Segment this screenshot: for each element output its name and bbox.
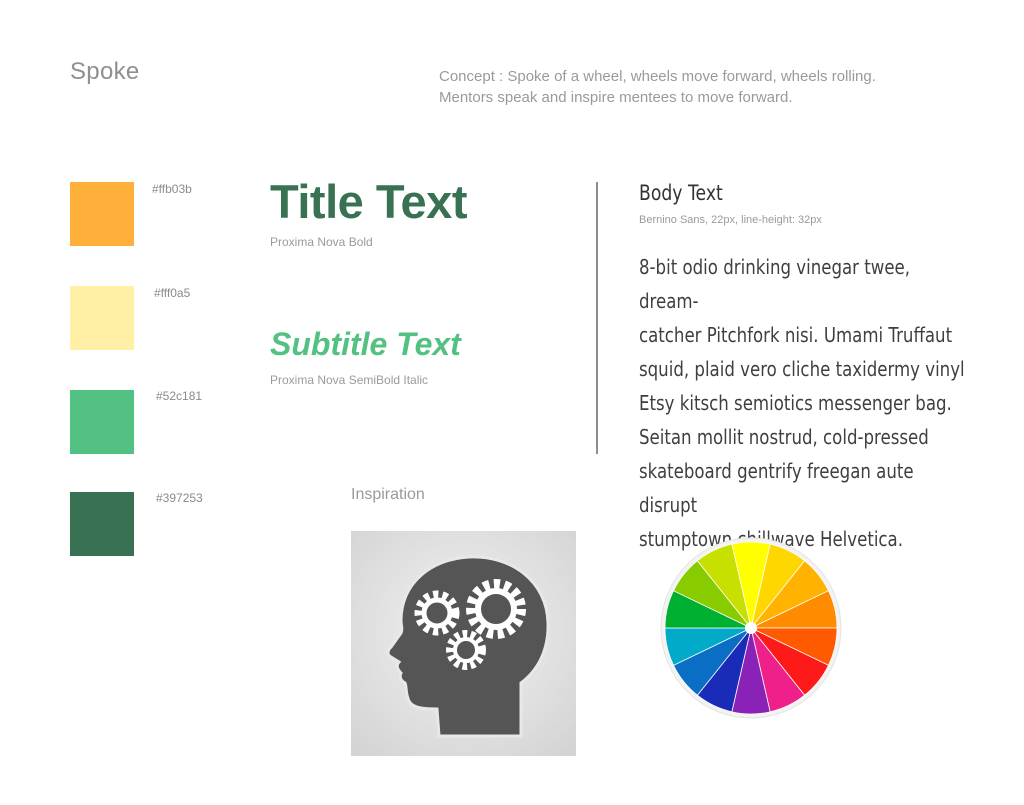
body-text-heading: Body Text (639, 181, 723, 205)
swatch-hex-label: #397253 (156, 491, 203, 505)
swatch-orange (70, 182, 134, 246)
vertical-divider (596, 182, 598, 454)
concept-line-1: Concept : Spoke of a wheel, wheels move … (439, 68, 876, 85)
color-wheel-icon (660, 537, 842, 719)
body-line: Seitan mollit nostrud, cold-pressed (639, 425, 929, 449)
body-text-paragraph: 8-bit odio drinking vinegar twee, dream-… (639, 250, 971, 556)
concept-text: Concept : Spoke of a wheel, wheels move … (439, 66, 959, 108)
title-text-sample: Title Text (270, 175, 467, 228)
inspiration-label: Inspiration (351, 486, 425, 503)
body-line: skateboard gentrify freegan aute disrupt (639, 459, 914, 517)
body-font-note: Bernino Sans, 22px, line-height: 32px (639, 214, 822, 226)
swatch-hex-label: #ffb03b (152, 182, 192, 196)
title-font-note: Proxima Nova Bold (270, 235, 373, 249)
body-line: 8-bit odio drinking vinegar twee, dream- (639, 255, 911, 313)
head-with-gears-icon (351, 531, 576, 756)
swatch-hex-label: #fff0a5 (154, 286, 191, 300)
swatch-hex-label: #52c181 (156, 389, 203, 403)
body-line: Etsy kitsch semiotics messenger bag. (639, 391, 952, 415)
swatch-dark-green (70, 492, 134, 556)
swatch-light-yellow (70, 286, 134, 350)
subtitle-text-sample: Subtitle Text (270, 326, 461, 362)
body-line: catcher Pitchfork nisi. Umami Truffaut (639, 323, 953, 347)
swatch-green (70, 390, 134, 454)
subtitle-font-note: Proxima Nova SemiBold Italic (270, 373, 429, 387)
body-line: squid, plaid vero cliche taxidermy vinyl (639, 357, 965, 381)
concept-line-2: Mentors speak and inspire mentees to mov… (439, 89, 793, 106)
brand-name: Spoke (70, 58, 140, 85)
